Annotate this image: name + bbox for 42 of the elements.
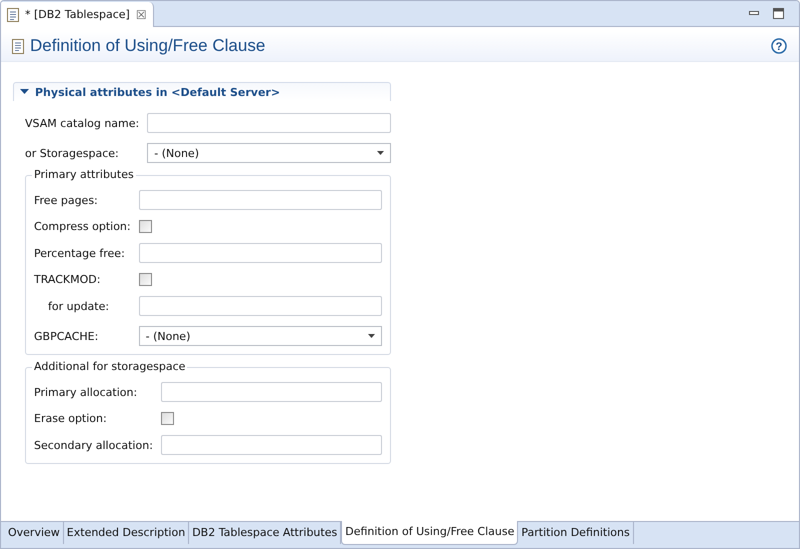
field-label: Percentage free: xyxy=(34,246,126,260)
checkbox[interactable] xyxy=(160,412,174,425)
input-field[interactable] xyxy=(138,296,382,316)
help-icon[interactable]: ? xyxy=(771,38,787,54)
page-title: Definition of Using/Free Clause xyxy=(30,36,266,56)
input-field[interactable] xyxy=(160,435,382,455)
input-field[interactable] xyxy=(160,382,382,402)
input-field[interactable] xyxy=(138,243,382,263)
expand-icon xyxy=(20,89,29,95)
group-title: Additional for storagespace xyxy=(32,360,188,373)
caret-icon xyxy=(377,151,384,155)
field-label: Free pages: xyxy=(34,194,99,206)
field-label: for update: xyxy=(47,300,110,312)
page-tab[interactable]: Overview xyxy=(5,522,64,544)
field-label: Secondary allocation: xyxy=(34,438,153,452)
maximize-icon[interactable] xyxy=(773,8,784,19)
dropdown[interactable]: - (None) xyxy=(138,326,382,346)
field-label: Compress option: xyxy=(34,220,131,233)
field-label: or Storagespace: xyxy=(25,146,120,160)
page-tab[interactable]: Extended Description xyxy=(64,522,190,544)
input-field[interactable] xyxy=(138,190,382,210)
editor-tab[interactable]: * [DB2 Tablespace] ☒ xyxy=(1,2,154,27)
field-label: TRACKMOD: xyxy=(34,273,102,286)
section-header[interactable]: Physical attributes in <Default Server> xyxy=(13,82,391,101)
section-title: Physical attributes in <Default Server> xyxy=(35,86,280,98)
checkbox[interactable] xyxy=(138,273,152,286)
close-icon[interactable]: ☒ xyxy=(136,8,147,22)
checkbox[interactable] xyxy=(138,220,152,233)
input-field[interactable] xyxy=(147,113,391,133)
caret-icon xyxy=(368,334,375,338)
page-tab[interactable]: Partition Definitions xyxy=(518,522,634,544)
editor-tab-label: * [DB2 Tablespace] xyxy=(25,8,130,21)
dropdown[interactable]: - (None) xyxy=(147,143,391,163)
page-tab[interactable]: Definition of Using/Free Clause xyxy=(341,521,518,545)
field-label: GBPCACHE: xyxy=(34,330,100,342)
document-icon xyxy=(7,8,19,22)
document-icon xyxy=(12,38,24,54)
field-label: Erase option: xyxy=(34,412,108,425)
group-title: Primary attributes xyxy=(32,168,136,181)
minimize-icon[interactable] xyxy=(749,11,759,16)
field-label: Primary allocation: xyxy=(34,386,138,398)
field-label: VSAM catalog name: xyxy=(25,116,140,130)
